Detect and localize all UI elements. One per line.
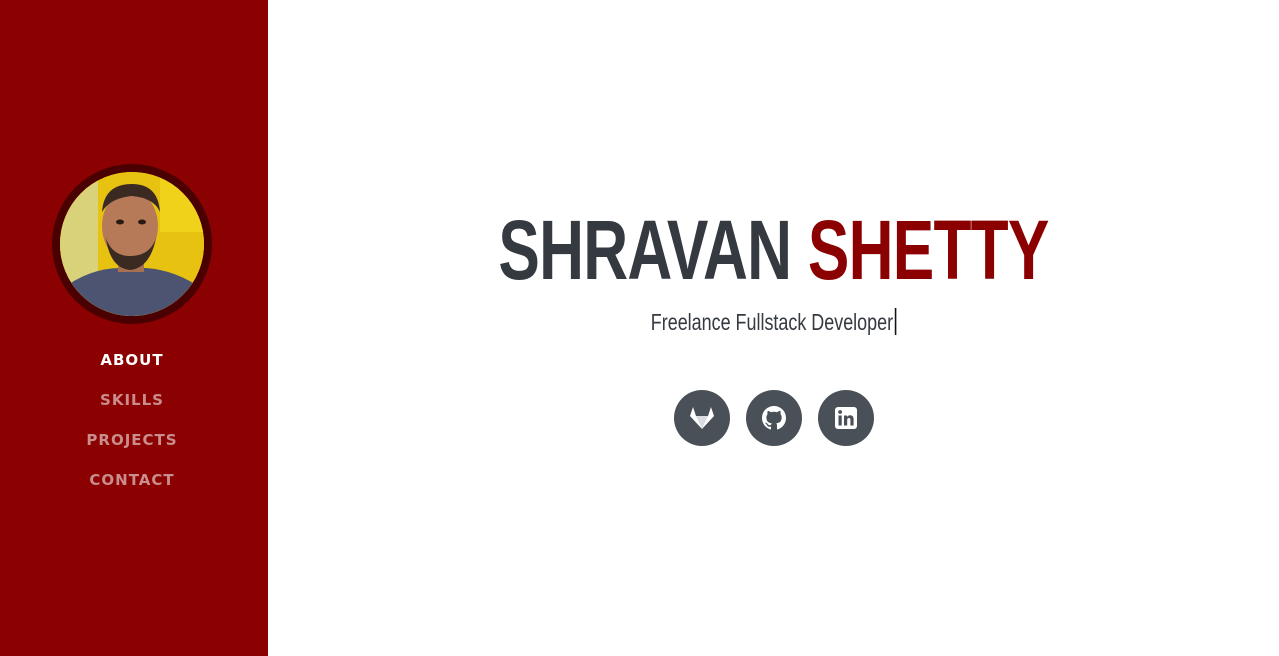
sidebar: ABOUT SKILLS PROJECTS CONTACT [0, 0, 268, 656]
avatar [52, 164, 212, 324]
subtitle: Freelance Fullstack Developer [379, 306, 1168, 338]
nav-item-skills[interactable]: SKILLS [0, 380, 264, 420]
social-links [674, 390, 874, 446]
subtitle-text: Freelance Fullstack Developer [650, 309, 894, 335]
first-name: SHRAVAN [498, 203, 792, 297]
gitlab-icon [690, 407, 714, 429]
gitlab-button[interactable] [674, 390, 730, 446]
linkedin-icon [835, 407, 857, 429]
main-content: SHRAVAN SHETTY Freelance Fullstack Devel… [268, 0, 1279, 656]
github-icon [762, 406, 786, 430]
github-button[interactable] [746, 390, 802, 446]
linkedin-button[interactable] [818, 390, 874, 446]
page-title: SHRAVAN SHETTY [399, 200, 1147, 300]
nav-item-contact[interactable]: CONTACT [0, 460, 264, 500]
nav-item-projects[interactable]: PROJECTS [0, 420, 264, 460]
sidebar-nav: ABOUT SKILLS PROJECTS CONTACT [0, 340, 264, 500]
nav-item-about[interactable]: ABOUT [0, 340, 264, 380]
last-name: SHETTY [807, 203, 1050, 297]
typing-cursor [894, 308, 897, 335]
